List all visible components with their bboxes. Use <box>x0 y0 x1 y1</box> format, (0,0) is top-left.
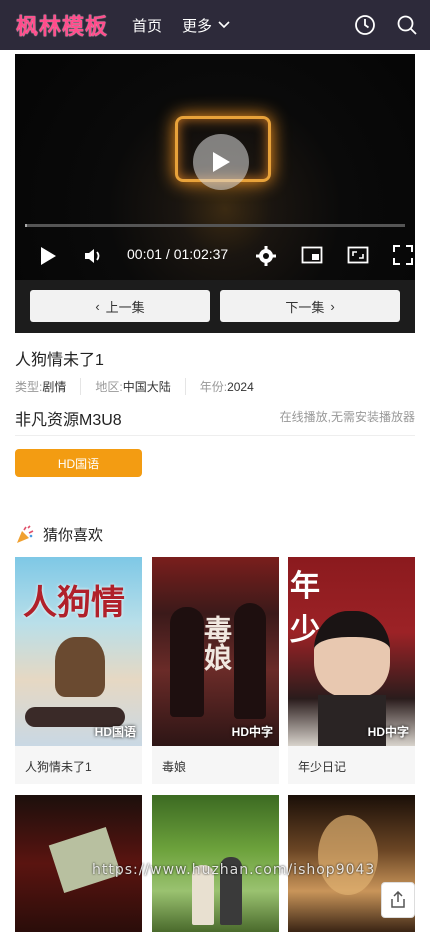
figure-right <box>234 603 266 719</box>
watermark-text: https://www.huzhan.com/ishop9043 <box>92 862 376 878</box>
web-fullscreen-button[interactable] <box>347 245 369 265</box>
next-episode-button[interactable]: 下一集 › <box>220 290 400 322</box>
quality-badge: HD中字 <box>231 725 273 739</box>
prev-episode-button[interactable]: ‹ 上一集 <box>30 290 210 322</box>
clock-icon <box>355 15 375 35</box>
meta-type: 类型:剧情 <box>15 378 82 395</box>
meta-region-key: 地区: <box>95 380 123 394</box>
search-icon <box>397 15 417 35</box>
player-controls: 00:01 / 01:02:37 <box>15 242 415 270</box>
time-display: 00:01 / 01:02:37 <box>127 246 229 262</box>
house-figure <box>48 826 122 894</box>
nav-home-label: 首页 <box>132 17 163 35</box>
meta-year: 年份:2024 <box>200 378 268 395</box>
play-button[interactable] <box>39 246 57 266</box>
big-play-button[interactable] <box>193 134 249 190</box>
recommend-title: 猜你喜欢 <box>43 527 104 544</box>
share-button[interactable] <box>381 882 415 918</box>
video-card[interactable]: 年少 HD中字 年少日记 <box>288 557 415 784</box>
meta-region: 地区:中国大陆 <box>95 378 186 395</box>
video-title: 人狗情未了1 <box>15 352 104 369</box>
quality-badge: HD国语 <box>94 725 136 739</box>
video-player[interactable]: 00:01 / 01:02:37 <box>15 54 415 280</box>
pip-button[interactable] <box>301 245 323 265</box>
video-card[interactable]: 人狗情 HD国语 人狗情未了1 <box>15 557 142 784</box>
chevron-left-icon: ‹ <box>95 298 100 314</box>
expand-icon <box>347 246 369 264</box>
figure-left <box>170 607 204 717</box>
fullscreen-button[interactable] <box>393 245 413 265</box>
share-icon <box>391 891 405 908</box>
meta-year-value[interactable]: 2024 <box>227 380 254 394</box>
poster-title-art: 人狗情 <box>23 583 125 623</box>
history-button[interactable] <box>352 12 378 38</box>
figure-face <box>318 815 378 895</box>
source-tip: 在线播放,无需安装播放器 <box>279 410 415 424</box>
video-meta: 类型:剧情 地区:中国大陆 年份:2024 <box>15 378 282 395</box>
poster-image: 年少 HD中字 <box>288 557 415 746</box>
top-header: 枫林模板 首页 更多 <box>0 0 430 50</box>
progress-fill <box>25 224 27 227</box>
meta-year-key: 年份: <box>199 380 228 394</box>
quality-badge: HD中字 <box>367 725 409 739</box>
source-name[interactable]: 非凡资源M3U8 <box>15 406 122 430</box>
site-logo[interactable]: 枫林模板 <box>16 9 108 41</box>
chevron-down-icon <box>218 21 230 29</box>
nav-home[interactable]: 首页 <box>132 15 162 36</box>
play-icon <box>41 247 56 265</box>
episode-button[interactable]: HD国语 <box>15 449 142 477</box>
picture-in-picture-icon <box>301 246 323 264</box>
card-title: 人狗情未了1 <box>15 746 142 784</box>
poster-image: 毒娘 HD中字 <box>152 557 279 746</box>
search-button[interactable] <box>394 12 420 38</box>
meta-region-value[interactable]: 中国大陆 <box>123 380 171 394</box>
header-actions <box>352 12 420 38</box>
episode-nav: ‹ 上一集 下一集 › <box>15 280 415 333</box>
volume-icon <box>85 249 100 263</box>
volume-button[interactable] <box>83 246 105 266</box>
dog-figure <box>55 637 105 697</box>
gear-icon <box>256 246 276 266</box>
meta-type-value[interactable]: 剧情 <box>42 380 66 394</box>
meta-type-key: 类型: <box>15 380 43 394</box>
video-card[interactable]: 毒娘 HD中字 毒娘 <box>152 557 279 784</box>
card-title: 毒娘 <box>152 746 279 784</box>
recommend-heading: 猜你喜欢 <box>15 524 103 545</box>
next-episode-label: 下一集 <box>285 299 325 315</box>
main-nav: 首页 更多 <box>132 15 230 36</box>
settings-button[interactable] <box>255 245 277 267</box>
play-icon <box>213 152 230 172</box>
fullscreen-icon <box>393 245 413 265</box>
chevron-right-icon: › <box>330 298 335 314</box>
play-source: 非凡资源M3U8 在线播放,无需安装播放器 <box>15 406 415 436</box>
party-popper-icon <box>17 524 34 543</box>
prev-episode-label: 上一集 <box>105 299 145 315</box>
poster-image: 人狗情 HD国语 <box>15 557 142 746</box>
card-title: 年少日记 <box>288 746 415 784</box>
progress-bar[interactable] <box>25 224 405 227</box>
boy-face <box>314 611 390 697</box>
nav-more-label: 更多 <box>182 17 213 35</box>
nav-more[interactable]: 更多 <box>182 15 230 36</box>
